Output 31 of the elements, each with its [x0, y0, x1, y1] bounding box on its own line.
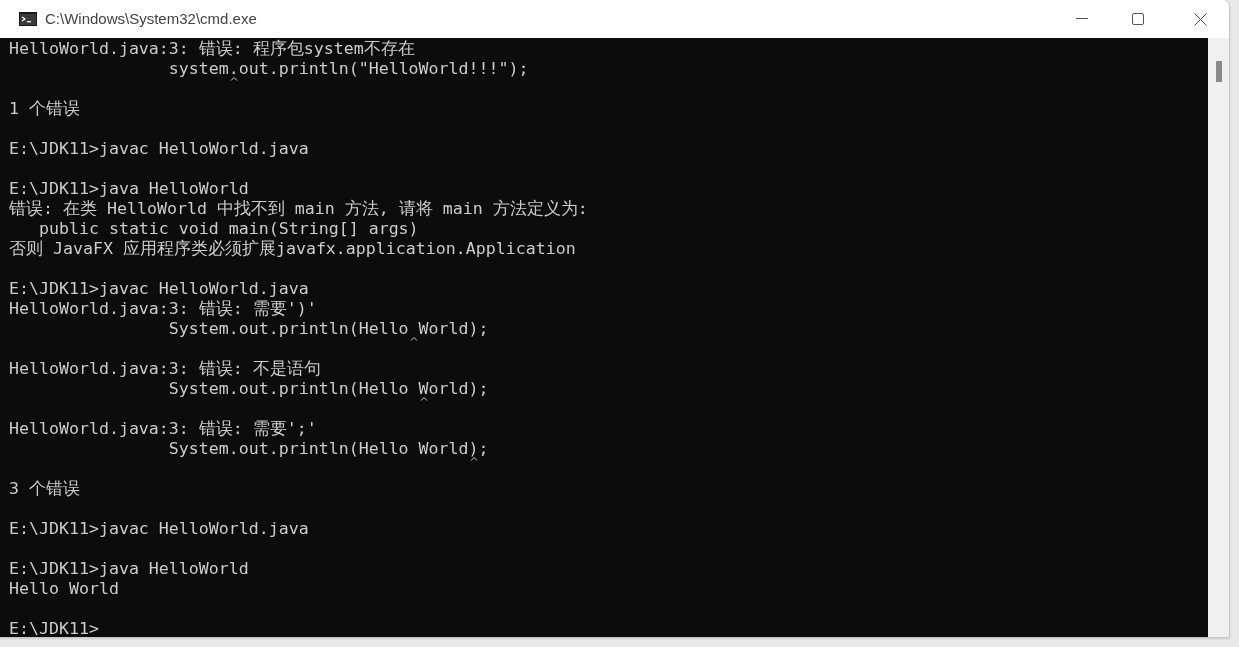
- caret-icon: [469, 457, 478, 461]
- console-line: Hello World: [9, 579, 119, 599]
- console-line: E:\JDK11>javac HelloWorld.java: [9, 139, 309, 159]
- console-line: 3 个错误: [9, 479, 80, 499]
- terminal-icon: [19, 12, 37, 26]
- window-title: C:\Windows\System32\cmd.exe: [45, 8, 257, 29]
- console-line: 错误: 在类 HelloWorld 中找不到 main 方法, 请将 main 方法定义为:: [9, 199, 588, 219]
- console-line: public static void main(String[] args): [37, 219, 419, 239]
- console-line: 1 个错误: [9, 99, 80, 119]
- console-line: HelloWorld.java:3: 错误: 需要';': [9, 419, 317, 439]
- console-line: System.out.println(Hello World);: [9, 379, 489, 399]
- console-line: E:\JDK11>java HelloWorld: [9, 559, 249, 579]
- caret-icon: [229, 77, 238, 81]
- console-line: system.out.println("HelloWorld!!!");: [9, 59, 529, 79]
- console-line: E:\JDK11>javac HelloWorld.java: [9, 279, 309, 299]
- console-line: HelloWorld.java:3: 错误: 不是语句: [9, 359, 321, 379]
- console-line: E:\JDK11>: [9, 619, 99, 637]
- scrollbar-thumb[interactable]: [1215, 61, 1222, 82]
- console-line: HelloWorld.java:3: 错误: 程序包system不存在: [9, 39, 415, 59]
- minimize-icon: [1076, 18, 1088, 20]
- console-line: E:\JDK11>javac HelloWorld.java: [9, 519, 309, 539]
- console-line: HelloWorld.java:3: 错误: 需要')': [9, 299, 317, 319]
- caret-icon: [419, 397, 428, 401]
- caret-icon: [409, 337, 418, 341]
- console-line: 否则 JavaFX 应用程序类必须扩展javafx.application.Application: [9, 239, 576, 259]
- close-icon: [1193, 12, 1207, 26]
- scrollbar[interactable]: [1208, 38, 1229, 637]
- console-line: System.out.println(Hello World);: [9, 439, 489, 459]
- console-line: System.out.println(Hello World);: [9, 319, 489, 339]
- console-line: E:\JDK11>java HelloWorld: [9, 179, 249, 199]
- maximize-icon: [1132, 13, 1144, 25]
